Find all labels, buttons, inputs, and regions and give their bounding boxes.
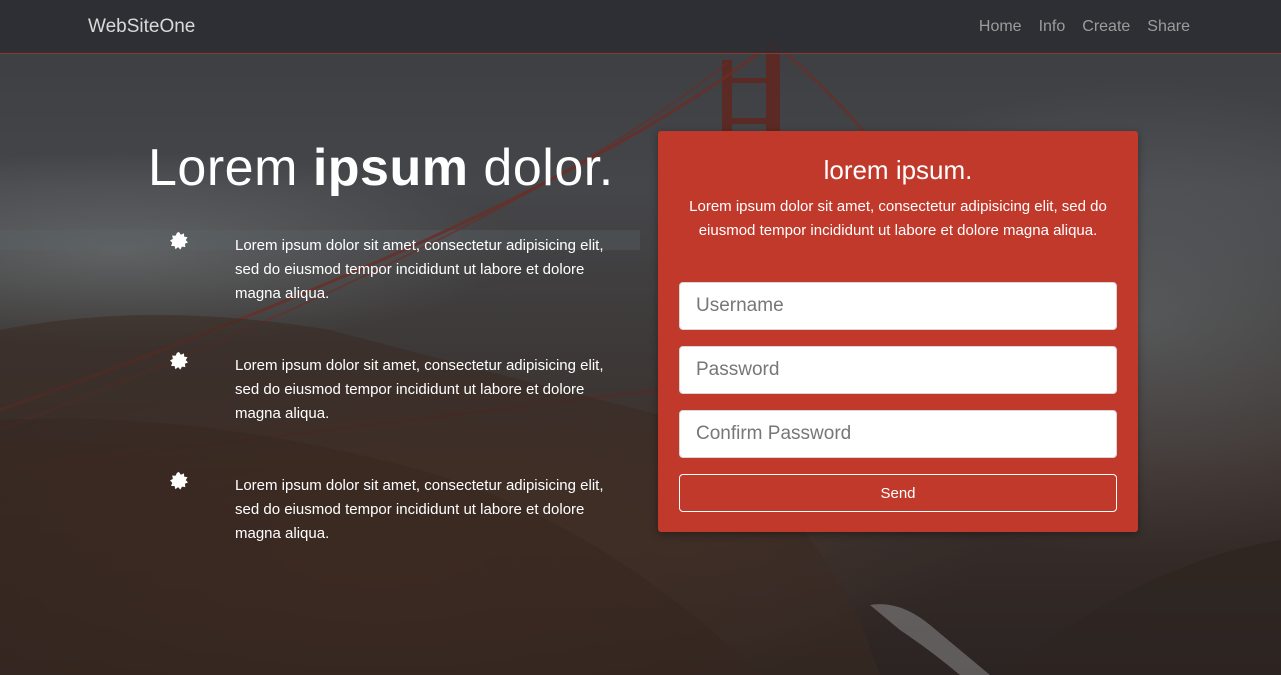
hero-title-part2: dolor. [468,139,614,197]
badge-star-icon [170,472,188,490]
form-description: Lorem ipsum dolor sit amet, consectetur … [689,198,1107,239]
nav-links: Home Info Create Share [979,18,1190,36]
feature-text: Lorem ipsum dolor sit amet, consectetur … [235,237,604,302]
signup-form: lorem ipsum. Lorem ipsum dolor sit amet,… [658,131,1138,532]
hero-title-bold: ipsum [312,139,469,197]
hero-title: Lorem ipsum dolor. [148,138,614,198]
confirm-password-input[interactable] [679,410,1117,458]
send-button[interactable]: Send [679,474,1117,512]
badge-star-icon [170,232,188,250]
nav-link-info[interactable]: Info [1039,18,1066,36]
hero-title-part1: Lorem [148,139,313,197]
username-input[interactable] [679,282,1117,330]
navbar: WebSiteOne Home Info Create Share [0,0,1281,54]
nav-link-home[interactable]: Home [979,18,1022,36]
nav-link-share[interactable]: Share [1147,18,1190,36]
feature-text: Lorem ipsum dolor sit amet, consectetur … [235,357,604,422]
form-title: lorem ipsum. [823,155,973,185]
badge-star-icon [170,352,188,370]
password-input[interactable] [679,346,1117,394]
nav-link-create[interactable]: Create [1082,18,1130,36]
feature-text: Lorem ipsum dolor sit amet, consectetur … [235,477,604,542]
brand-logo[interactable]: WebSiteOne [88,16,195,38]
